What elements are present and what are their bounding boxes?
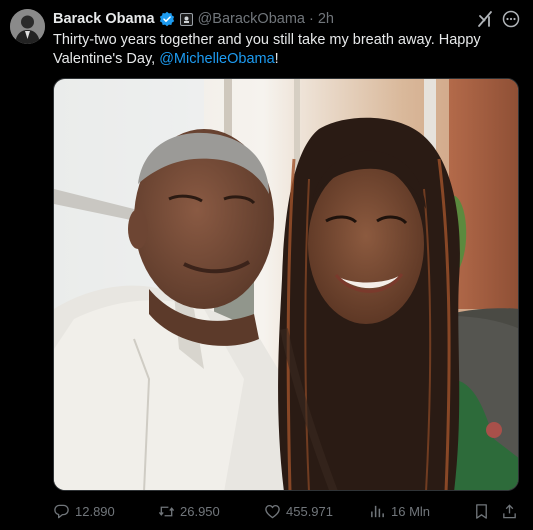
reply-button[interactable]: 12.890: [53, 500, 115, 522]
more-icon[interactable]: [502, 10, 520, 28]
reply-icon: [54, 504, 69, 518]
retweet-button[interactable]: 26.950: [158, 500, 220, 522]
tweet: Barack Obama @BarackObama · 2h Thirty-tw…: [0, 0, 533, 530]
bookmark-icon: [476, 503, 487, 519]
grok-icon[interactable]: [476, 10, 494, 28]
tweet-text-end: !: [274, 51, 279, 67]
retweet-count: 26.950: [180, 503, 220, 519]
share-button[interactable]: [501, 500, 518, 522]
views-count: 16 Mln: [391, 503, 431, 519]
separator-dot: ·: [308, 11, 314, 27]
affiliate-badge-icon[interactable]: [179, 12, 193, 26]
verified-badge-icon[interactable]: [159, 11, 175, 27]
reply-count: 12.890: [75, 503, 115, 519]
tweet-text: Thirty-two years together and you still …: [53, 31, 513, 69]
views-button[interactable]: 16 Mln: [369, 500, 430, 522]
like-button[interactable]: 455.971: [264, 500, 333, 522]
like-count: 455.971: [286, 503, 333, 519]
bookmark-button[interactable]: [473, 500, 490, 522]
views-icon: [371, 505, 384, 517]
handle[interactable]: @BarackObama: [198, 11, 305, 27]
tweet-actions: 12.890 26.950 455.971 16 Mln: [53, 500, 521, 522]
mention-link[interactable]: @MichelleObama: [159, 51, 274, 67]
timestamp[interactable]: 2h: [318, 11, 334, 27]
tweet-header: Barack Obama @BarackObama · 2h: [53, 9, 334, 29]
retweet-icon: [158, 506, 175, 516]
avatar[interactable]: [10, 9, 45, 44]
share-icon: [503, 503, 516, 518]
display-name[interactable]: Barack Obama: [53, 11, 155, 27]
tweet-photo[interactable]: [53, 78, 519, 491]
heart-icon: [265, 504, 280, 518]
